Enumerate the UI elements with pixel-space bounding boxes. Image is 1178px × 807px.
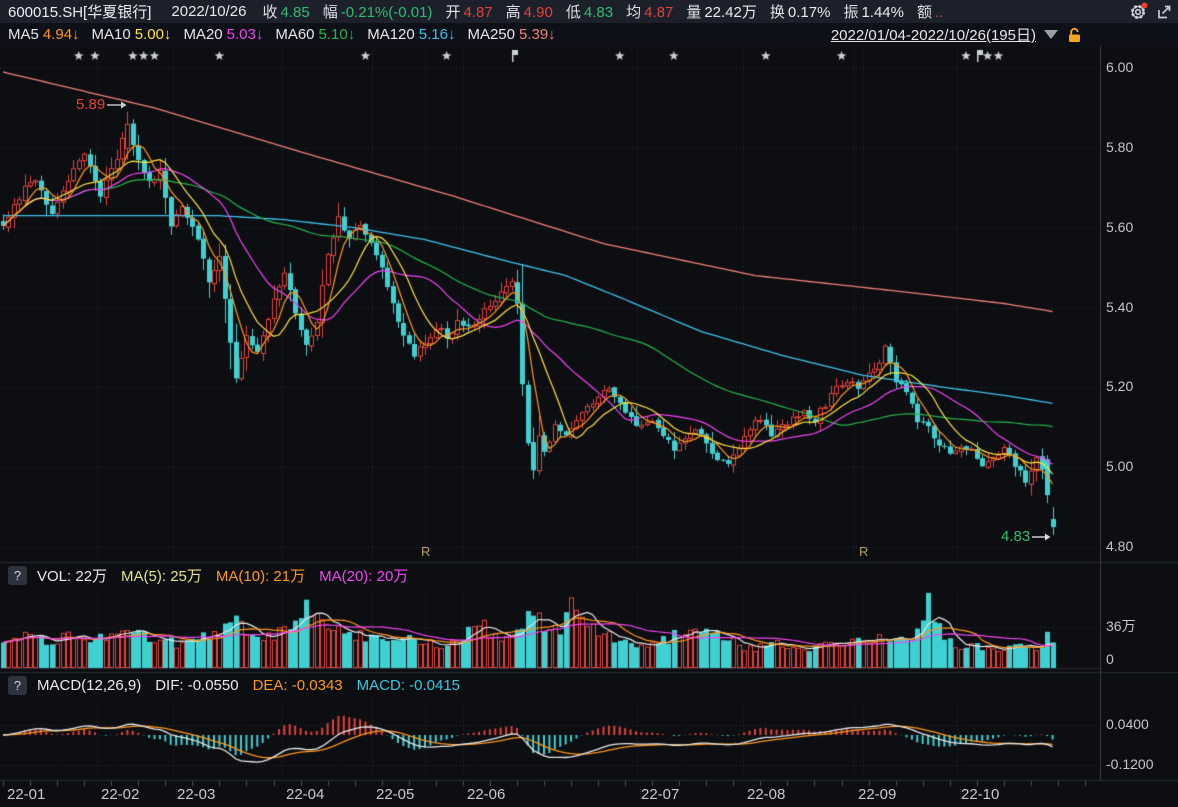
ma-legend-item: MA605.10↓ xyxy=(275,26,355,43)
quote-fields: 收4.85 幅-0.21%(-0.01) 开4.87 高4.90 低4.83 均4.87 量… xyxy=(262,1,956,22)
high-price-label: 5.89 xyxy=(76,96,105,113)
vol-ma20-value: MA(20): 20万 xyxy=(319,565,408,586)
header-bar: 600015.SH[华夏银行] 2022/10/26 收4.85 幅-0.21%(… xyxy=(0,0,1178,23)
dea-value: DEA: -0.0343 xyxy=(253,677,343,694)
date-range-control: 2022/01/04-2022/10/26(195日) xyxy=(831,24,1082,45)
quote-field: 量22.42万 xyxy=(686,1,757,22)
high-price-annotation: 5.89 xyxy=(76,96,127,113)
stock-symbol: 600015.SH[华夏银行] xyxy=(8,1,151,22)
quote-date: 2022/10/26 xyxy=(171,3,246,20)
dif-value: DIF: -0.0550 xyxy=(155,677,238,694)
dropdown-triangle-icon[interactable] xyxy=(1044,30,1058,39)
quote-field: 均4.87 xyxy=(626,1,673,22)
quote-field: 振1.44% xyxy=(843,1,904,22)
quote-field: 低4.83 xyxy=(566,1,613,22)
date-range-text[interactable]: 2022/01/04-2022/10/26(195日) xyxy=(831,24,1036,45)
low-price-annotation: 4.83 xyxy=(1001,528,1051,545)
quote-field: 换0.17% xyxy=(770,1,831,22)
popup-window-icon[interactable] xyxy=(1154,2,1174,22)
quote-field: 额.. xyxy=(917,1,943,22)
vol-ma5-value: MA(5): 25万 xyxy=(121,565,202,586)
macd-title: MACD(12,26,9) xyxy=(37,677,141,694)
macd-value: MACD: -0.0415 xyxy=(357,677,460,694)
header-icons xyxy=(1128,2,1178,22)
ma-legend-bar: MA54.94↓ MA105.00↓ MA205.03↓ MA605.10↓ MA120… xyxy=(0,23,1178,46)
arrow-right-icon xyxy=(1032,532,1051,542)
unlock-icon[interactable] xyxy=(1066,26,1082,44)
arrow-right-icon xyxy=(107,100,127,110)
ma-legend-items: MA54.94↓ MA105.00↓ MA205.03↓ MA605.10↓ MA120… xyxy=(8,26,568,43)
quote-field: 开4.87 xyxy=(445,1,492,22)
quote-field: 收4.85 xyxy=(262,1,309,22)
volume-help-icon[interactable]: ? xyxy=(8,566,27,585)
kline-app: { "header": { "symbol": "600015.SH[华夏银行]… xyxy=(0,0,1178,807)
ma-legend-item: MA205.03↓ xyxy=(183,26,263,43)
low-price-label: 4.83 xyxy=(1001,528,1030,545)
quote-field: 幅-0.21%(-0.01) xyxy=(323,1,433,22)
vol-ma10-value: MA(10): 21万 xyxy=(216,565,305,586)
gear-icon[interactable] xyxy=(1128,2,1148,22)
quote-field: 高4.90 xyxy=(506,1,553,22)
macd-legend: ? MACD(12,26,9) DIF: -0.0550 DEA: -0.034… xyxy=(0,673,474,698)
volume-legend: ? VOL: 22万 MA(5): 25万 MA(10): 21万 MA(20)… xyxy=(0,563,422,588)
ma-legend-item: MA105.00↓ xyxy=(92,26,172,43)
ma-legend-item: MA54.94↓ xyxy=(8,26,80,43)
vol-value: VOL: 22万 xyxy=(37,565,107,586)
macd-help-icon[interactable]: ? xyxy=(8,676,27,695)
ma-legend-item: MA1205.16↓ xyxy=(367,26,455,43)
ma-legend-item: MA2505.39↓ xyxy=(467,26,555,43)
